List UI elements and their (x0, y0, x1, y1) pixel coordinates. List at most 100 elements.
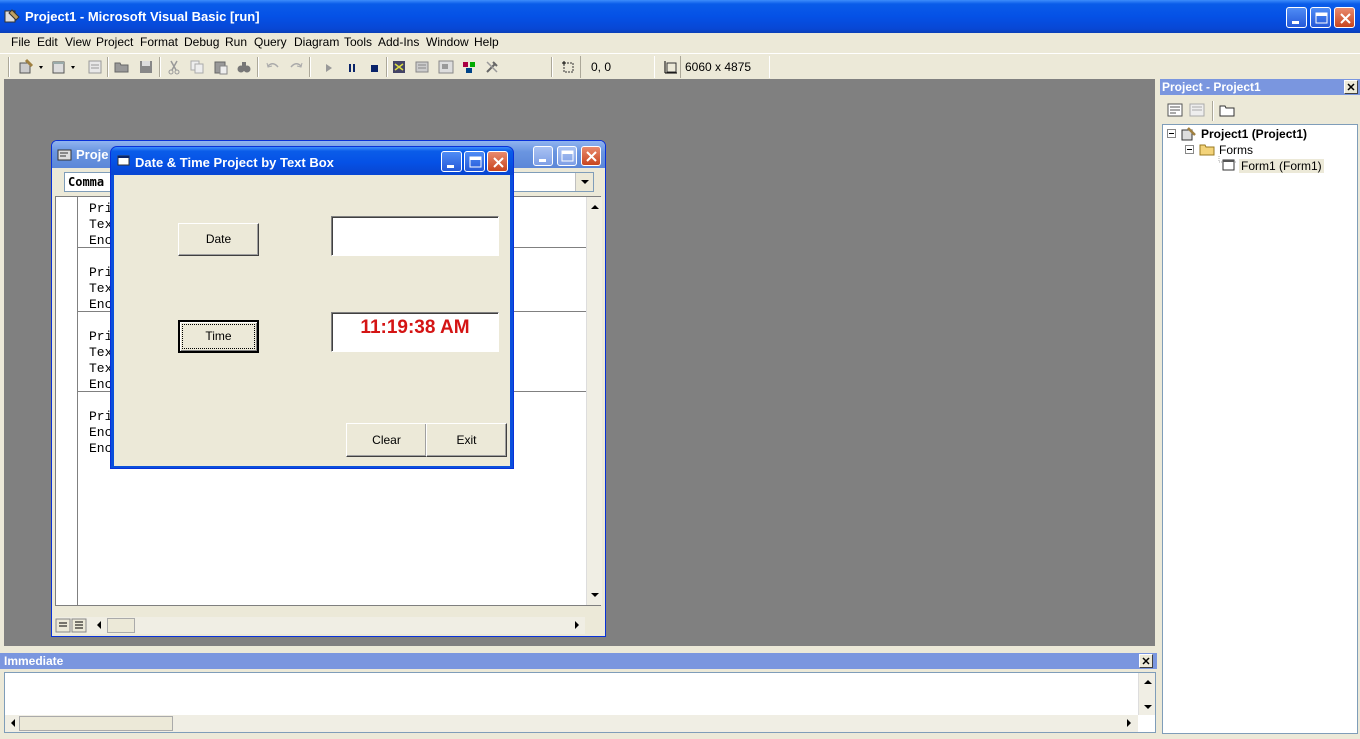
tree-forms-folder[interactable]: Forms (1219, 143, 1253, 157)
menu-format[interactable]: Format (139, 35, 179, 49)
immediate-horizontal-scrollbar[interactable] (5, 715, 1138, 732)
combo-dropdown-button[interactable] (575, 173, 593, 191)
code-close-button[interactable] (581, 146, 601, 166)
collapse-icon[interactable] (1167, 129, 1177, 139)
project-explorer-title-bar: Project - Project1 (1160, 79, 1360, 95)
start-icon[interactable] (320, 58, 338, 76)
exit-button[interactable]: Exit (426, 423, 507, 457)
minimize-icon (447, 165, 454, 168)
open-folder-icon[interactable] (113, 58, 131, 76)
chevron-down-icon (581, 180, 589, 184)
code-vertical-scrollbar[interactable] (586, 197, 602, 605)
menu-edit[interactable]: Edit (36, 35, 59, 49)
maximize-icon (561, 150, 574, 162)
add-form-icon[interactable] (50, 58, 68, 76)
minimize-button[interactable] (1286, 7, 1307, 28)
add-project-icon[interactable] (17, 58, 35, 76)
menu-window[interactable]: Window (425, 35, 470, 49)
menu-help[interactable]: Help (473, 35, 500, 49)
toggle-folders-icon[interactable] (1218, 101, 1236, 119)
position-value: 0, 0 (591, 60, 612, 74)
code-line: Tex (89, 281, 113, 296)
size-value: 6060 x 4875 (685, 60, 752, 74)
form-minimize-button[interactable] (441, 151, 462, 172)
cut-icon[interactable] (165, 58, 183, 76)
scroll-up-icon[interactable] (1142, 676, 1154, 688)
tree-project-root[interactable]: Project1 (Project1) (1201, 127, 1307, 141)
toolbar-separator (1212, 101, 1214, 121)
collapse-icon[interactable] (1185, 145, 1195, 155)
immediate-vertical-scrollbar[interactable] (1138, 673, 1155, 715)
menu-run[interactable]: Run (224, 35, 248, 49)
time-button[interactable]: Time (178, 320, 259, 353)
form-window[interactable]: Date & Time Project by Text Box Date Tim… (110, 146, 514, 469)
scroll-left-icon[interactable] (93, 619, 105, 631)
undo-icon[interactable] (264, 58, 282, 76)
scroll-thumb[interactable] (107, 618, 135, 633)
stop-icon[interactable] (365, 58, 383, 76)
project-explorer-icon[interactable] (390, 58, 408, 76)
time-textbox[interactable]: 11:19:38 AM (331, 312, 499, 352)
copy-icon[interactable] (188, 58, 206, 76)
menu-editor-icon[interactable] (86, 58, 104, 76)
form-maximize-button[interactable] (464, 151, 485, 172)
menu-tools[interactable]: Tools (343, 35, 373, 49)
code-gutter (56, 197, 78, 605)
save-icon[interactable] (137, 58, 155, 76)
immediate-window[interactable] (4, 672, 1156, 733)
scroll-right-icon[interactable] (571, 619, 583, 631)
paste-icon[interactable] (212, 58, 230, 76)
immediate-title-bar: Immediate (0, 653, 1157, 669)
clear-button[interactable]: Clear (346, 423, 427, 457)
menu-view[interactable]: View (64, 35, 92, 49)
code-horizontal-scrollbar[interactable] (55, 617, 585, 634)
form-layout-icon[interactable] (437, 58, 455, 76)
redo-icon[interactable] (287, 58, 305, 76)
view-code-icon[interactable] (1166, 101, 1184, 119)
project-explorer-close-button[interactable] (1344, 80, 1358, 94)
scroll-right-icon[interactable] (1123, 717, 1135, 729)
window-title: Project1 - Microsoft Visual Basic [run] (25, 9, 260, 24)
form-title: Date & Time Project by Text Box (135, 155, 334, 170)
project-tree[interactable]: Project1 (Project1) Forms Form1 (Form1) (1162, 124, 1358, 734)
menu-project[interactable]: Project (95, 35, 134, 49)
form-close-button[interactable] (487, 151, 508, 172)
toolbar-separator (551, 57, 553, 77)
view-object-icon[interactable] (1188, 101, 1206, 119)
visual-basic-icon (4, 9, 20, 23)
scroll-down-icon[interactable] (1142, 701, 1154, 713)
pause-icon[interactable] (343, 58, 361, 76)
code-line: Pri (89, 409, 113, 424)
date-textbox[interactable] (331, 216, 499, 256)
code-line: Enc (89, 377, 113, 392)
menu-query[interactable]: Query (253, 35, 288, 49)
close-button[interactable] (1334, 7, 1355, 28)
date-button[interactable]: Date (178, 223, 259, 256)
scroll-left-icon[interactable] (7, 717, 19, 729)
form-title-bar[interactable]: Date & Time Project by Text Box (111, 147, 513, 175)
code-minimize-button[interactable] (533, 146, 553, 166)
form-client-area: Date Time 11:19:38 AM Clear Exit (114, 175, 510, 466)
scroll-thumb[interactable] (19, 716, 173, 731)
dropdown-arrow-icon[interactable] (68, 58, 86, 76)
view-toggle-icons[interactable] (55, 617, 89, 634)
scroll-down-icon[interactable] (589, 589, 601, 601)
close-icon (1142, 657, 1150, 665)
close-icon (1347, 83, 1355, 91)
immediate-close-button[interactable] (1139, 654, 1153, 668)
code-line: Pri (89, 329, 113, 344)
menu-debug[interactable]: Debug (183, 35, 220, 49)
menu-add-ins[interactable]: Add-Ins (377, 35, 420, 49)
properties-window-icon[interactable] (413, 58, 431, 76)
maximize-button[interactable] (1310, 7, 1331, 28)
find-icon[interactable] (235, 58, 253, 76)
toolbox-icon[interactable] (483, 58, 501, 76)
object-browser-icon[interactable] (460, 58, 478, 76)
tree-form1-item[interactable]: Form1 (Form1) (1239, 159, 1324, 173)
menu-diagram[interactable]: Diagram (293, 35, 340, 49)
menu-file[interactable]: File (10, 35, 31, 49)
scroll-up-icon[interactable] (589, 201, 601, 213)
position-icon (562, 61, 574, 73)
code-maximize-button[interactable] (557, 146, 577, 166)
code-line: Pri (89, 201, 113, 216)
